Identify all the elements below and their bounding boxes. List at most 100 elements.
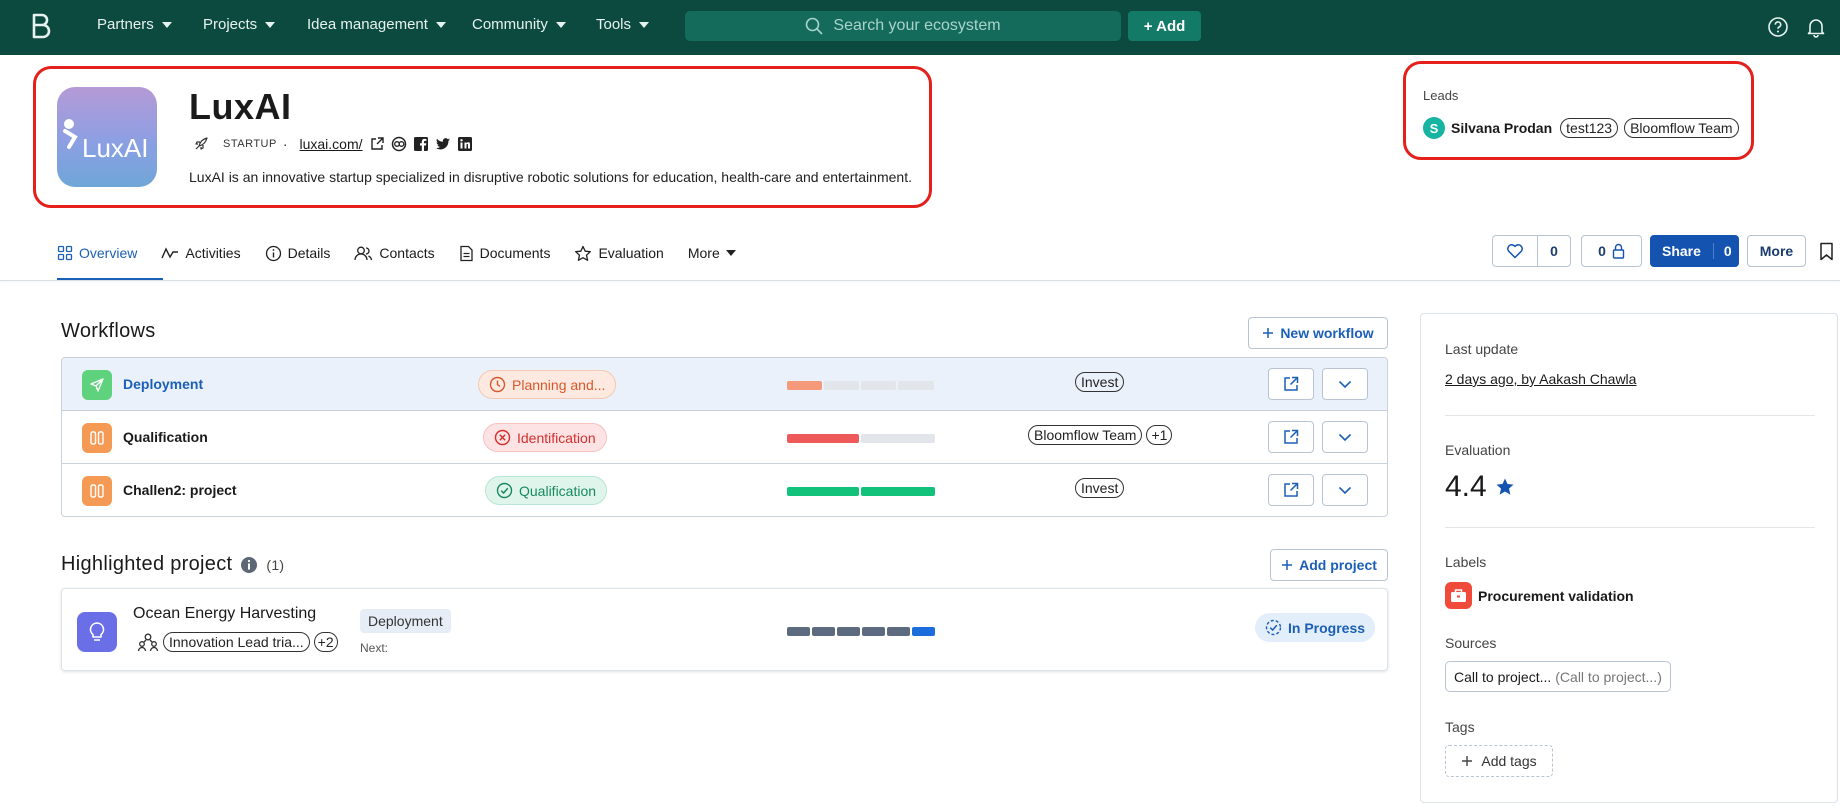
table-row[interactable]: Deployment Planning and... Invest [62,358,1387,411]
external-link-icon[interactable] [369,136,385,152]
tab-activities[interactable]: Activities [161,240,241,266]
external-link-icon [1284,429,1299,444]
status-badge: In Progress [1255,613,1376,642]
document-icon [459,245,473,261]
open-workflow-button[interactable] [1268,421,1314,453]
divider [1445,527,1815,528]
last-update-label: Last update [1445,341,1519,357]
chevron-down-icon [265,21,276,28]
chevron-down-icon [435,21,446,28]
share-button[interactable]: Share 0 [1650,235,1739,267]
project-tag-more[interactable]: +2 [313,632,338,652]
heart-icon [1507,244,1523,259]
plus-icon [1282,560,1293,570]
workflow-tag[interactable]: Bloomflow Team [1028,425,1143,445]
expand-workflow-button[interactable] [1322,474,1368,506]
top-nav: Partners Projects Idea management Commun… [0,0,1840,55]
project-name[interactable]: Ocean Energy Harvesting [133,605,316,623]
linkedin-icon[interactable] [457,136,473,152]
workflow-name[interactable]: Challen2: project [123,482,237,498]
search-icon [806,17,823,35]
workflow-tag[interactable]: Invest [1075,372,1125,392]
tab-more[interactable]: More [688,240,736,266]
lead-tag[interactable]: Bloomflow Team [1624,118,1739,138]
tab-overview[interactable]: Overview [57,240,137,266]
last-update-value[interactable]: 2 days ago, by Aakash Chawla [1445,371,1636,387]
avatar[interactable]: S [1423,117,1445,139]
private-button[interactable]: 0 [1581,235,1642,267]
tab-documents[interactable]: Documents [459,240,550,266]
workflow-progress [787,487,935,496]
evaluation-score[interactable]: 4.4 [1445,470,1515,504]
workflow-tag[interactable]: Invest [1075,478,1125,498]
star-icon [1496,478,1514,495]
tab-evaluation[interactable]: Evaluation [574,240,664,266]
label-item[interactable]: Procurement validation [1445,582,1634,609]
contacts-icon [354,246,373,260]
tab-details[interactable]: Details [265,240,330,266]
project-stage: Deployment [360,609,451,633]
more-actions-button[interactable]: More [1747,235,1806,267]
like-button[interactable] [1492,235,1538,267]
leads-row: S Silvana Prodan test123 Bloomflow Team [1423,117,1739,139]
open-workflow-button[interactable] [1268,474,1314,506]
nav-tools[interactable]: Tools [596,16,650,33]
crunchbase-icon[interactable] [391,136,407,152]
chevron-down-icon [725,250,736,256]
tags-label: Tags [1445,719,1475,735]
add-button[interactable]: + Add [1128,11,1201,41]
briefcase-icon [1445,582,1472,609]
status-badge: Qualification [485,476,608,505]
add-tags-button[interactable]: Add tags [1445,745,1553,777]
workflow-name[interactable]: Deployment [123,376,203,392]
lead-name[interactable]: Silvana Prodan [1451,120,1552,136]
twitter-icon[interactable] [435,136,451,152]
help-icon[interactable] [1767,16,1789,38]
workflow-tags: Invest [1075,478,1125,498]
project-tags: Innovation Lead tria... +2 [137,631,338,653]
website-link[interactable]: luxai.com/ [300,136,363,152]
open-workflow-button[interactable] [1268,368,1314,400]
new-workflow-button[interactable]: New workflow [1248,317,1388,349]
workflow-tags: Bloomflow Team +1 [1028,425,1173,445]
lead-tag[interactable]: test123 [1560,118,1619,138]
company-name: LuxAI [189,86,292,127]
nav-idea-management[interactable]: Idea management [307,16,446,33]
company-logo-text: LuxAI [82,133,149,163]
expand-workflow-button[interactable] [1322,368,1368,400]
table-row[interactable]: Challen2: project Qualification Invest [62,464,1387,516]
add-project-button[interactable]: Add project [1270,549,1388,581]
source-chip[interactable]: Call to project... (Call to project...) [1445,661,1671,692]
bell-icon[interactable] [1805,16,1827,38]
like-count: 0 [1537,235,1571,267]
nav-partners[interactable]: Partners [97,16,172,33]
in-progress-icon [1265,619,1282,636]
meta-separator: · [282,136,288,152]
workflow-name[interactable]: Qualification [123,429,208,445]
bookmark-icon[interactable] [1819,242,1834,261]
external-link-icon [1284,482,1299,497]
grid-icon [57,245,73,261]
plus-icon [1263,328,1274,338]
chevron-down-icon [639,21,650,28]
tab-bar: Overview Activities Details Contacts Doc… [57,240,760,266]
expand-workflow-button[interactable] [1322,421,1368,453]
sources-label: Sources [1445,635,1497,651]
nav-projects[interactable]: Projects [203,16,276,33]
divider [1445,415,1815,416]
workflow-tag-more[interactable]: +1 [1146,425,1173,445]
project-card[interactable]: Ocean Energy Harvesting Innovation Lead … [61,588,1388,671]
info-icon[interactable] [240,556,258,574]
app-logo-icon[interactable] [30,12,52,42]
workflows-title: Workflows [61,320,156,342]
tab-contacts[interactable]: Contacts [354,240,435,266]
facebook-icon[interactable] [413,136,429,152]
evaluation-label: Evaluation [1445,442,1511,458]
nav-community[interactable]: Community [472,16,566,33]
search-input[interactable]: Search your ecosystem [685,11,1121,41]
table-row[interactable]: Qualification Identification Bloomflow T… [62,411,1387,464]
company-header-highlight [33,66,932,208]
chevron-down-icon [1338,433,1352,441]
workflows-table: Deployment Planning and... Invest Qualif… [61,357,1388,517]
project-tag[interactable]: Innovation Lead tria... [163,632,310,652]
